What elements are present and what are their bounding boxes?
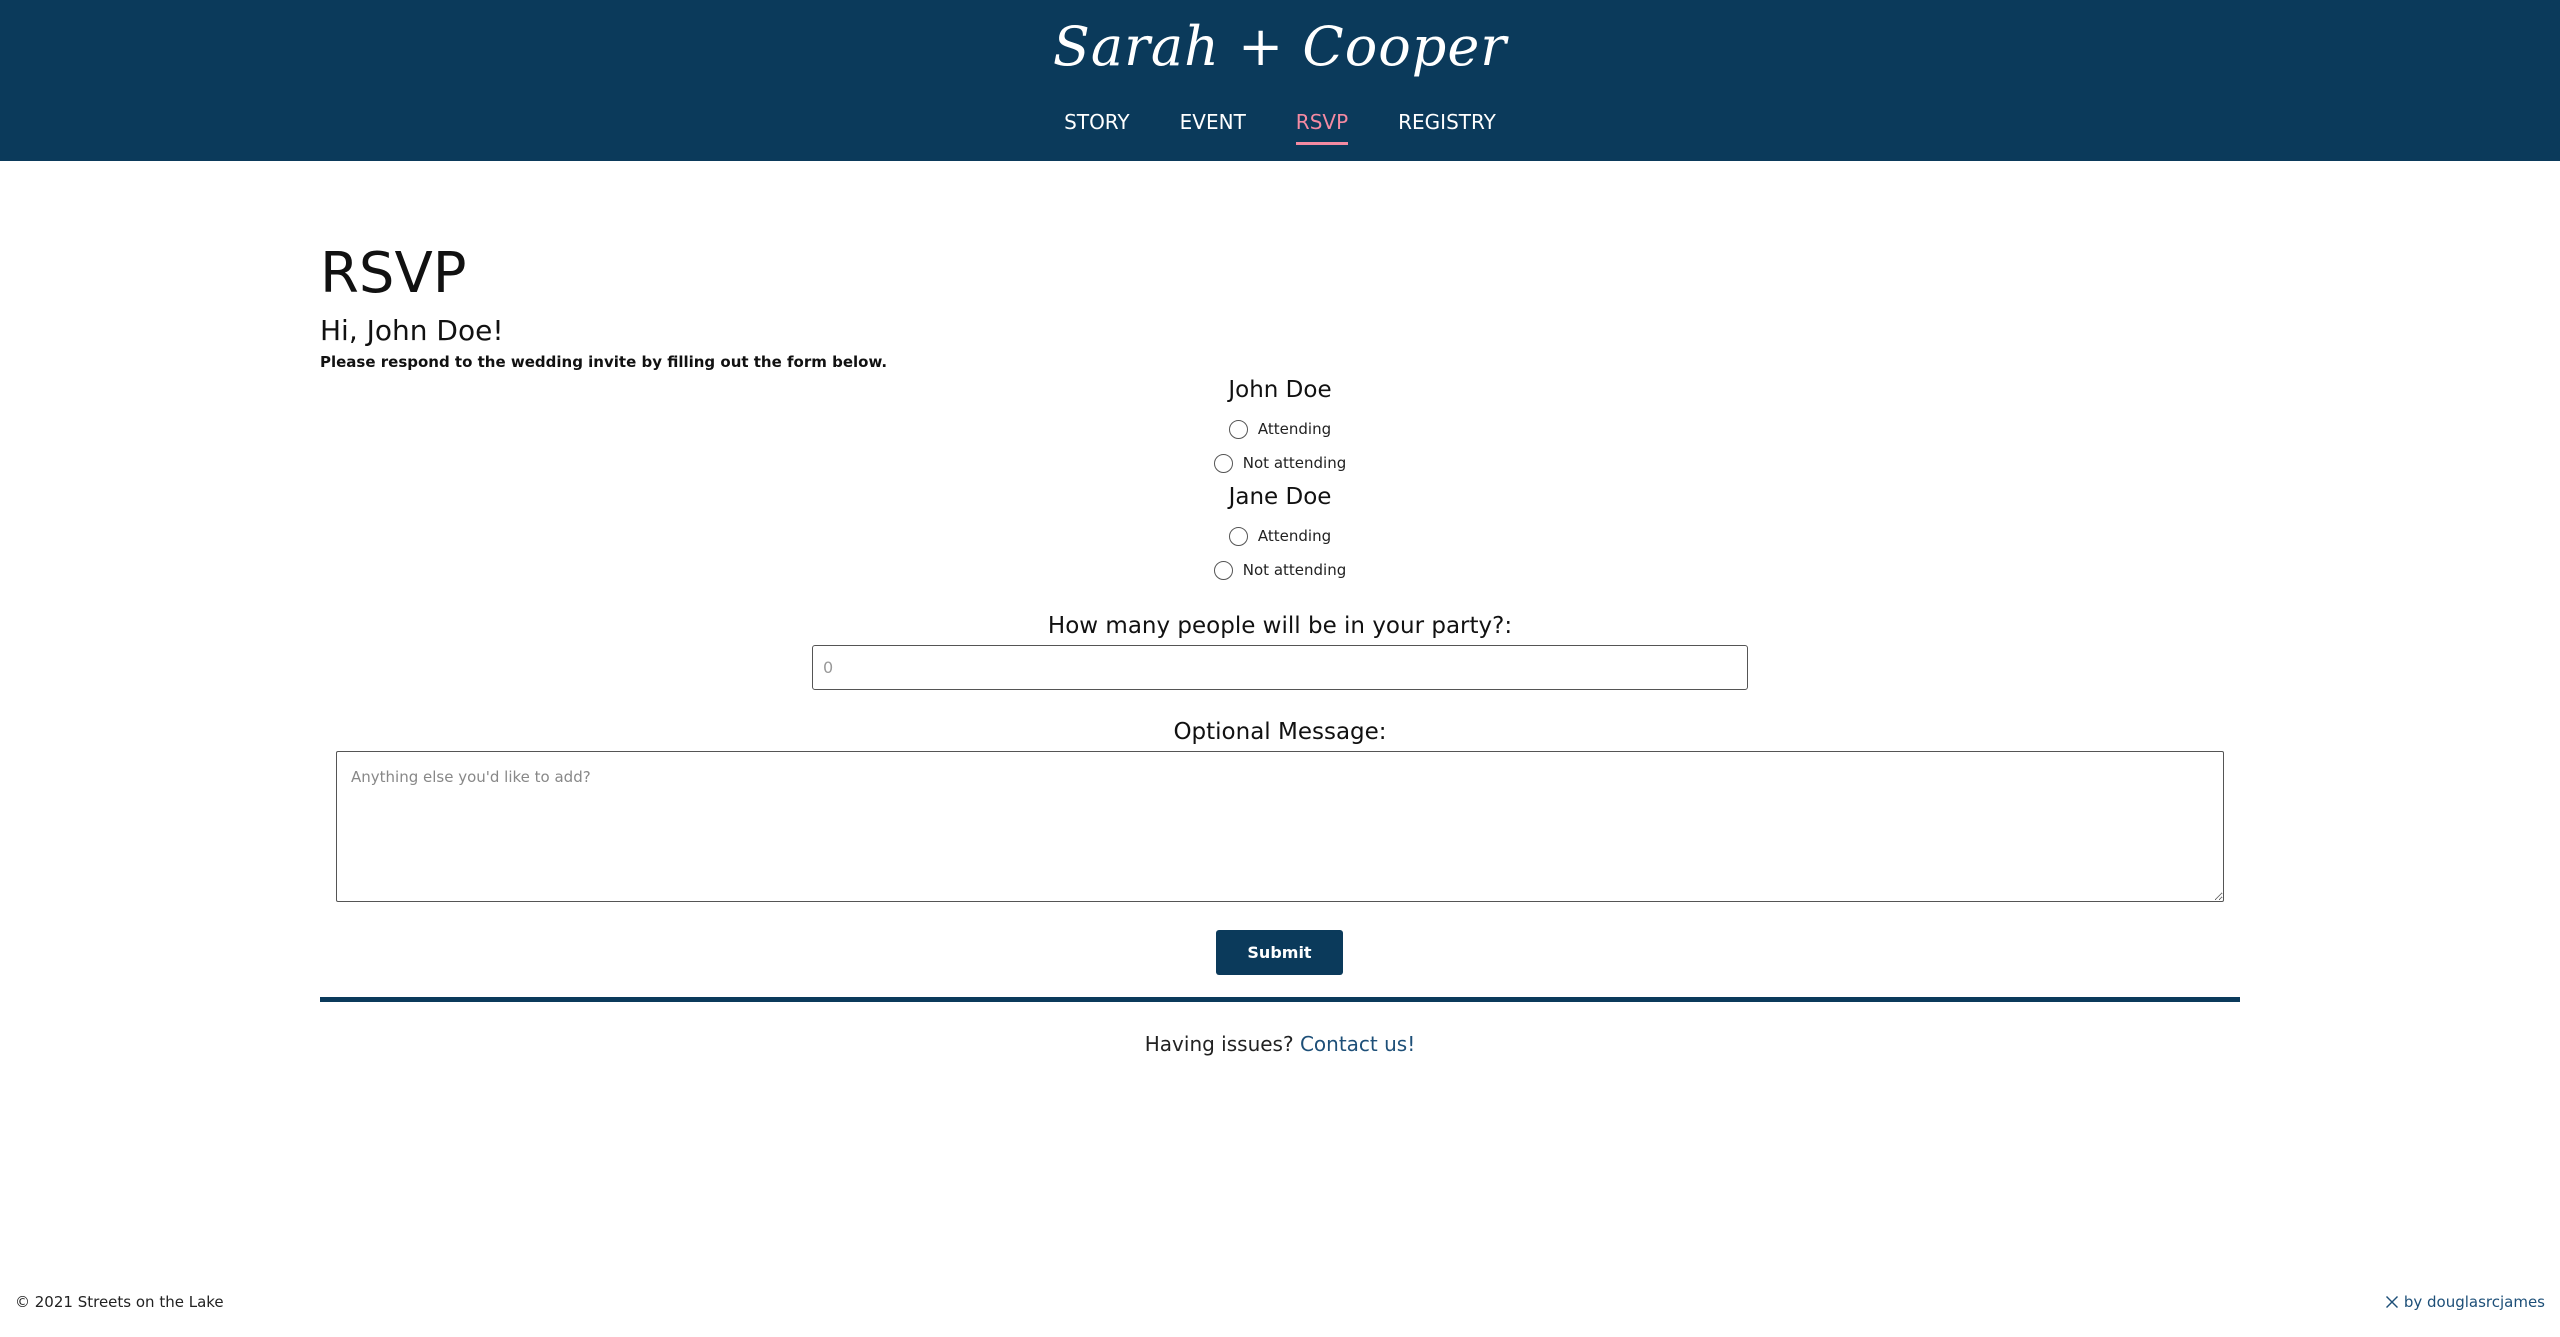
party-size-label: How many people will be in your party?: — [1047, 613, 1513, 639]
radio-label[interactable]: Attending — [1258, 527, 1331, 545]
main-nav: STORY EVENT RSVP REGISTRY — [0, 106, 2560, 145]
radio-button[interactable] — [1228, 419, 1248, 439]
nav-item-event[interactable]: EVENT — [1180, 106, 1246, 145]
guest-john: John Doe Attending Not attending — [1080, 374, 1480, 480]
radio-button[interactable] — [1213, 453, 1233, 473]
copyright: © 2021 Streets on the Lake — [15, 1293, 224, 1311]
brand-logo[interactable]: Sarah + Cooper — [0, 8, 2560, 86]
message-label: Optional Message: — [1173, 719, 1387, 745]
radio-button[interactable] — [1228, 526, 1248, 546]
guest-jane: Jane Doe Attending Not attending — [1080, 481, 1480, 587]
radio-label[interactable]: Attending — [1258, 420, 1331, 438]
radio-not-attending[interactable]: Not attending — [1080, 446, 1480, 480]
submit-button[interactable]: Submit — [1216, 930, 1343, 975]
divider — [320, 997, 2240, 1002]
greeting: Hi, John Doe! — [320, 314, 504, 347]
page-title: RSVP — [320, 241, 467, 306]
party-size-input[interactable] — [812, 645, 1748, 690]
radio-not-attending[interactable]: Not attending — [1080, 553, 1480, 587]
site-header: Sarah + Cooper STORY EVENT RSVP REGISTRY — [0, 0, 2560, 161]
nav-item-rsvp[interactable]: RSVP — [1295, 106, 1349, 145]
radio-attending[interactable]: Attending — [1080, 519, 1480, 553]
message-textarea[interactable] — [336, 751, 2224, 902]
radio-attending[interactable]: Attending — [1080, 412, 1480, 446]
nav-item-registry[interactable]: REGISTRY — [1398, 106, 1496, 145]
radio-label[interactable]: Not attending — [1243, 561, 1346, 579]
radio-button[interactable] — [1213, 560, 1233, 580]
nav-item-story[interactable]: STORY — [1064, 106, 1130, 145]
guest-name: John Doe — [1228, 377, 1332, 403]
help-text: Having issues? — [1144, 1032, 1294, 1056]
credit-link[interactable]: by douglasrcjames — [2384, 1292, 2545, 1312]
credit-text[interactable]: by douglasrcjames — [2404, 1292, 2545, 1312]
help-line: Having issues? Contact us! — [0, 1030, 2560, 1058]
guest-name: Jane Doe — [1228, 484, 1332, 510]
contact-link[interactable]: Contact us! — [1300, 1032, 1415, 1056]
tools-icon — [2384, 1294, 2400, 1310]
radio-label[interactable]: Not attending — [1243, 454, 1346, 472]
intro-text: Please respond to the wedding invite by … — [320, 353, 888, 371]
